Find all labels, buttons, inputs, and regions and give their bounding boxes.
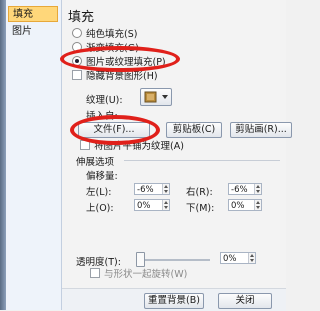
- right-offset-field[interactable]: -6%: [228, 183, 262, 195]
- transparency-label: 透明度(T):: [76, 257, 121, 268]
- clipboard-button[interactable]: 剪贴板(C): [166, 122, 222, 138]
- transparency-field[interactable]: 0%: [220, 252, 256, 264]
- bottom-offset-label: 下(M):: [186, 203, 215, 214]
- divider: [124, 160, 280, 161]
- page-title: 填充: [68, 10, 95, 25]
- reset-background-button[interactable]: 重置背景(B): [144, 293, 204, 309]
- field-value: -6%: [231, 185, 248, 195]
- texture-dropdown[interactable]: [140, 88, 172, 106]
- left-offset-field[interactable]: -6%: [134, 183, 170, 195]
- offsets-label: 偏移量:: [86, 171, 118, 182]
- rotate-with-shape-option[interactable]: 与形状一起旋转(W): [90, 268, 187, 281]
- sidebar-item-picture[interactable]: 图片: [8, 24, 58, 40]
- sidebar-item-fill[interactable]: 填充: [8, 6, 58, 22]
- top-offset-field[interactable]: 0%: [134, 199, 170, 211]
- texture-label: 纹理(U):: [86, 95, 123, 106]
- annotation-oval: [60, 46, 180, 72]
- field-value: 0%: [231, 201, 245, 211]
- stretch-options-label: 伸展选项: [76, 157, 115, 168]
- dialog-footer: 重置背景(B) 关闭: [62, 288, 286, 311]
- spinner-icon[interactable]: [254, 200, 261, 210]
- option-label: 隐藏背景图形(H): [86, 71, 158, 82]
- option-label: 与形状一起旋转(W): [104, 269, 188, 280]
- field-value: 0%: [223, 254, 237, 264]
- spinner-icon[interactable]: [254, 184, 261, 194]
- radio-icon[interactable]: [72, 28, 82, 38]
- transparency-slider-thumb[interactable]: [136, 252, 145, 267]
- spinner-icon[interactable]: [162, 200, 169, 210]
- close-button[interactable]: 关闭: [218, 293, 272, 309]
- left-offset-label: 左(L):: [86, 187, 112, 198]
- field-value: -6%: [137, 185, 154, 195]
- spinner-icon[interactable]: [162, 184, 169, 194]
- clipart-button[interactable]: 剪贴画(R)...: [230, 122, 292, 138]
- bottom-offset-field[interactable]: 0%: [228, 199, 262, 211]
- checkbox-icon[interactable]: [90, 268, 100, 278]
- top-offset-label: 上(O):: [86, 203, 114, 214]
- texture-swatch-icon: [144, 91, 168, 103]
- sidebar: 填充 图片: [6, 0, 62, 310]
- checkbox-icon[interactable]: [72, 70, 82, 80]
- spinner-icon[interactable]: [248, 253, 255, 263]
- solid-fill-option[interactable]: 纯色填充(S): [72, 28, 137, 41]
- field-value: 0%: [137, 201, 151, 211]
- option-label: 纯色填充(S): [86, 29, 138, 40]
- annotation-oval: [70, 115, 160, 145]
- right-offset-label: 右(R):: [186, 187, 213, 198]
- format-background-dialog: 填充 图片 填充 纯色填充(S) 渐变填充(G) 图片或纹理填充(P) 隐藏背景…: [0, 0, 292, 311]
- transparency-slider-track[interactable]: [136, 259, 210, 261]
